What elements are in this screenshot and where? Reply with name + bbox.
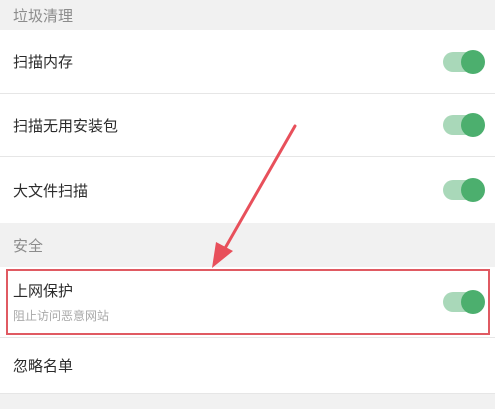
setting-row-web-protection[interactable]: 上网保护 阻止访问恶意网站 [0,267,495,337]
toggle-knob [461,178,485,202]
toggle-knob [461,113,485,137]
scan-memory-toggle[interactable] [443,49,485,74]
divider [0,393,495,394]
section-header-junk-cleanup: 垃圾清理 [0,0,495,30]
setting-subtitle: 阻止访问恶意网站 [13,309,110,323]
setting-label: 扫描内存 [13,53,74,71]
setting-label: 忽略名单 [13,357,74,375]
section-title: 安全 [13,236,44,255]
toggle-knob [461,290,485,314]
toggle-knob [461,49,485,74]
setting-label: 扫描无用安装包 [13,116,119,135]
section-title: 垃圾清理 [13,6,74,25]
scan-large-files-toggle[interactable] [443,178,485,202]
web-protection-toggle[interactable] [443,290,485,314]
setting-text: 上网保护 阻止访问恶意网站 [13,280,109,324]
setting-label: 上网保护 [13,282,74,300]
setting-row-scan-memory[interactable]: 扫描内存 [0,30,495,93]
setting-row-ignore-list[interactable]: 忽略名单 [0,338,495,393]
scan-unused-apk-toggle[interactable] [443,113,485,137]
section-header-security: 安全 [0,223,495,267]
setting-label: 大文件扫描 [13,181,89,200]
setting-row-scan-large-files[interactable]: 大文件扫描 [0,157,495,223]
setting-row-scan-unused-apk[interactable]: 扫描无用安装包 [0,94,495,156]
